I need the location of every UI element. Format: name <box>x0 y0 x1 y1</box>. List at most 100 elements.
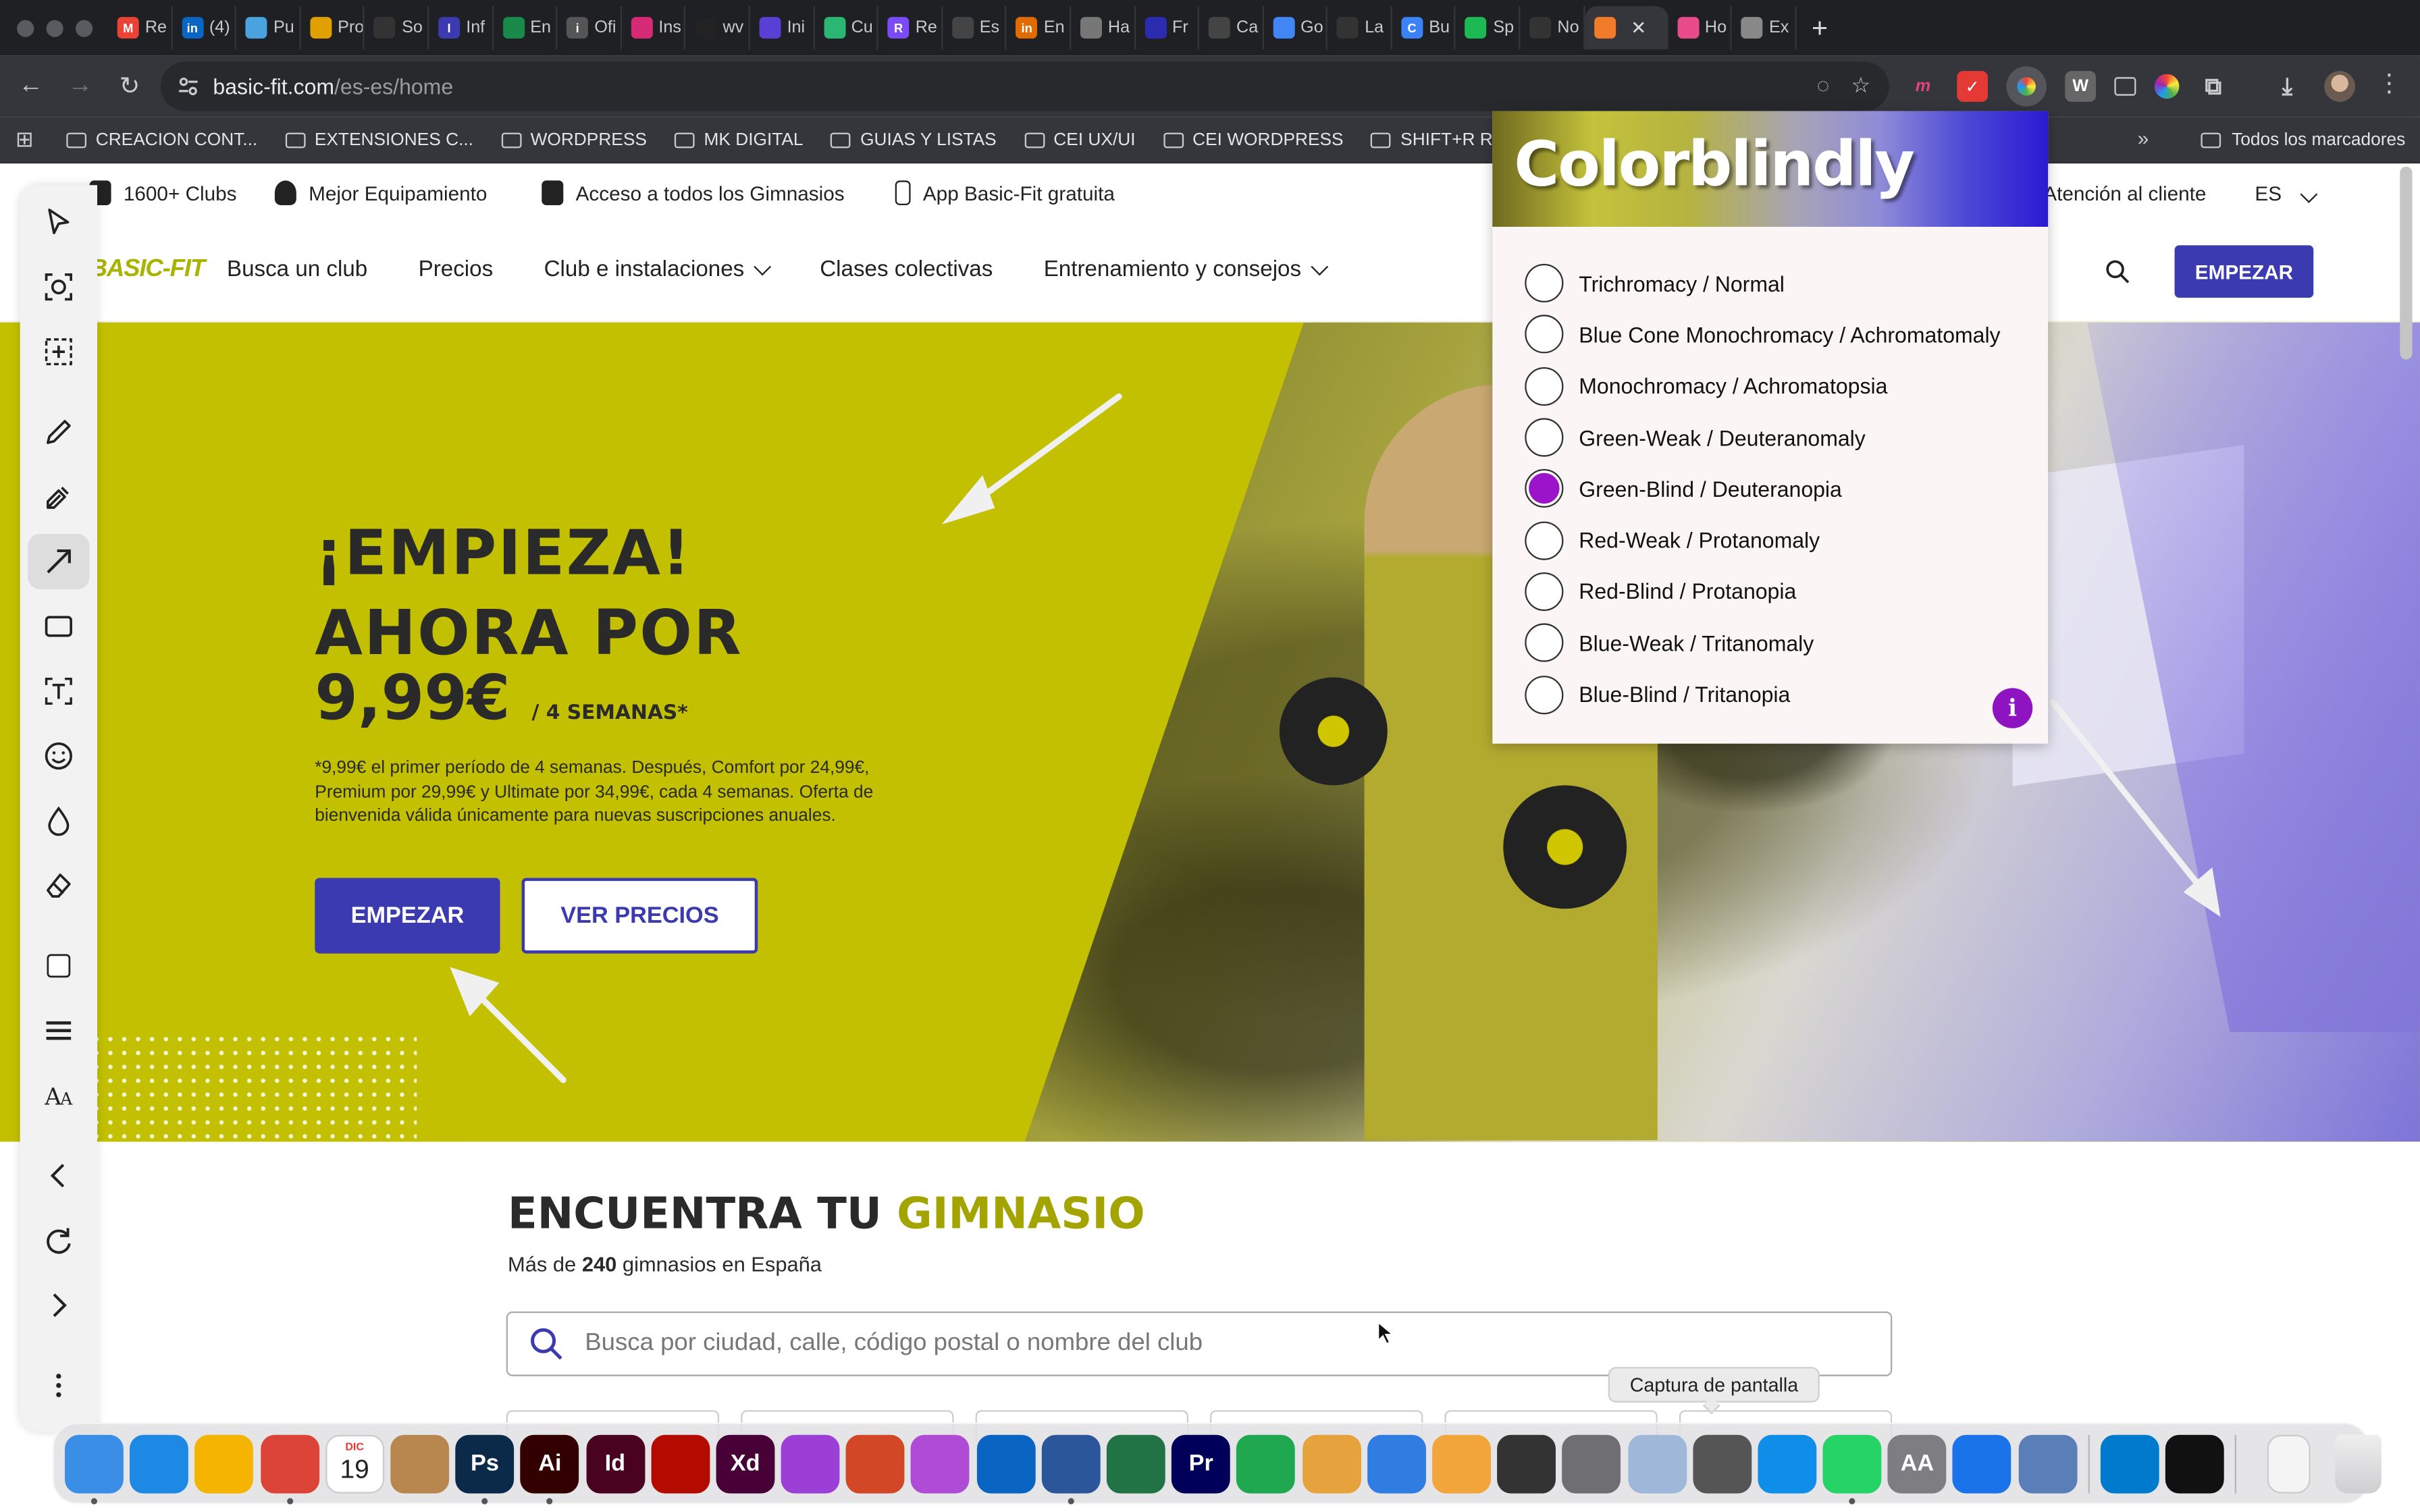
colorblindly-option[interactable]: Green-Blind / Deuteranopia <box>1525 463 2000 514</box>
zoom-window-button[interactable] <box>75 19 93 36</box>
arrow-tool[interactable] <box>28 533 90 590</box>
dock-illustrator-icon[interactable]: Ai <box>520 1434 579 1504</box>
browser-tab[interactable]: La <box>1327 6 1392 50</box>
browser-tab[interactable]: Sp <box>1456 6 1521 50</box>
colorblindly-option[interactable]: Blue-Weak / Tritanomaly <box>1525 617 2000 668</box>
redo-tool[interactable] <box>28 1278 89 1333</box>
browser-tab[interactable]: Ca <box>1199 6 1264 50</box>
colorblindly-option[interactable]: Red-Blind / Protanopia <box>1525 566 2000 617</box>
dock-premiere-icon[interactable]: Pr <box>1172 1434 1231 1493</box>
address-bar[interactable]: basic-fit.com/es-es/home ◌ ☆ <box>160 61 1889 111</box>
tracking-protection-icon[interactable]: ◌ <box>1817 72 1830 99</box>
dock-photoshop-icon[interactable]: Ps <box>455 1434 515 1504</box>
browser-tab[interactable]: Pro <box>300 6 365 50</box>
colorblindly-option[interactable]: Trichromacy / Normal <box>1525 258 2000 309</box>
dock-pages-icon[interactable] <box>1431 1434 1491 1493</box>
radio-selected[interactable] <box>1525 469 1564 508</box>
browser-tab[interactable]: R Re <box>878 6 943 50</box>
dock-system-info-icon[interactable] <box>2018 1434 2077 1493</box>
radio-button[interactable] <box>1525 264 1564 303</box>
dock-excel-icon[interactable] <box>1106 1434 1165 1493</box>
dock-photos-icon[interactable] <box>194 1434 254 1493</box>
bookmark-folder[interactable]: CREACION CONT... <box>53 130 271 149</box>
bookmark-folder[interactable]: CEI WORDPRESS <box>1149 130 1357 149</box>
browser-menu-icon[interactable]: ⋮ <box>2377 68 2402 99</box>
more-bookmarks-icon[interactable]: » <box>2138 126 2149 149</box>
language-selector[interactable]: ES <box>2255 182 2318 205</box>
dock-chrome-icon[interactable] <box>260 1434 319 1504</box>
browser-tab[interactable]: Ini <box>750 6 814 50</box>
minimize-window-button[interactable] <box>46 19 63 36</box>
colorblindly-option[interactable]: Blue-Blind / Tritanopia <box>1525 669 2000 720</box>
close-window-button[interactable] <box>17 19 34 36</box>
browser-tab[interactable]: Fr <box>1135 6 1200 50</box>
close-tab-icon[interactable]: ✕ <box>1631 17 1646 38</box>
eraser-tool[interactable] <box>28 858 89 913</box>
dock-finder-icon[interactable] <box>64 1434 124 1504</box>
hero-start-button[interactable]: EMPEZAR <box>315 878 500 954</box>
bookmark-folder[interactable]: MK DIGITAL <box>660 130 817 149</box>
dock-numbers-icon[interactable] <box>1236 1434 1296 1493</box>
reload-button[interactable]: ↻ <box>105 71 154 102</box>
radio-button[interactable] <box>1525 418 1564 457</box>
browser-tab[interactable]: En <box>493 6 558 50</box>
dock-outlook-icon[interactable] <box>976 1434 1035 1493</box>
screenshot-tool[interactable] <box>28 259 89 315</box>
extension-w-icon[interactable]: W <box>2065 71 2096 102</box>
browser-tab[interactable]: Es <box>943 6 1007 50</box>
colorblindly-option[interactable]: Monochromacy / Achromatopsia <box>1525 360 2000 412</box>
forward-button[interactable]: → <box>55 72 105 100</box>
browser-tab[interactable]: Go <box>1263 6 1328 50</box>
dock-settings-icon[interactable] <box>1562 1434 1621 1493</box>
blur-tool[interactable] <box>28 793 89 848</box>
dock-calculator-icon[interactable] <box>1497 1434 1556 1493</box>
new-tab-button[interactable]: + <box>1812 11 1828 44</box>
dock-whatsapp-icon[interactable] <box>1822 1434 1882 1504</box>
dock-indesign-icon[interactable]: Id <box>585 1434 645 1493</box>
emoji-tool[interactable] <box>28 728 89 784</box>
select-tool[interactable] <box>28 194 89 250</box>
colorblindly-option[interactable]: Blue Cone Monochromacy / Achromatomaly <box>1525 309 2001 360</box>
browser-tab[interactable]: I Inf <box>429 6 494 50</box>
browser-tab[interactable]: C Bu <box>1392 6 1456 50</box>
bookmark-folder[interactable]: WORDPRESS <box>488 130 661 149</box>
stroke-width-tool[interactable] <box>28 1003 89 1058</box>
dock-flower-icon[interactable] <box>911 1434 970 1493</box>
back-button[interactable]: ← <box>6 72 55 100</box>
dock-screenshot-icon[interactable] <box>1692 1434 1752 1493</box>
radio-button[interactable] <box>1525 572 1564 611</box>
dock-vscode-icon[interactable] <box>2100 1434 2159 1493</box>
dock-word-icon[interactable] <box>1041 1434 1101 1504</box>
hero-see-prices-button[interactable]: VER PRECIOS <box>521 878 758 954</box>
reset-tool[interactable] <box>28 1213 89 1268</box>
dock-safari-icon[interactable] <box>130 1434 189 1493</box>
radio-button[interactable] <box>1525 520 1564 560</box>
dock-xd-icon[interactable]: Xd <box>716 1434 775 1493</box>
fill-color-tool[interactable] <box>28 938 89 994</box>
browser-tab[interactable]: Ins <box>622 6 686 50</box>
search-icon[interactable] <box>2105 259 2130 284</box>
bookmark-folder[interactable]: CEI UX/UI <box>1010 130 1149 149</box>
dock-freeform-icon[interactable] <box>1953 1434 2012 1493</box>
apps-grid-icon[interactable]: ⊞ <box>0 126 53 153</box>
radio-button[interactable] <box>1525 623 1564 663</box>
extensions-puzzle-icon[interactable]: ⧉ <box>2198 71 2229 102</box>
browser-tab[interactable]: So <box>365 6 429 50</box>
site-settings-icon[interactable] <box>176 74 201 99</box>
extension-color-picker-icon[interactable]: ✓ <box>1957 71 1988 102</box>
bookmark-star-icon[interactable]: ☆ <box>1851 72 1871 99</box>
dock-keynote-icon[interactable] <box>1367 1434 1426 1493</box>
colorblindly-option[interactable]: Green-Weak / Deuteranomaly <box>1525 412 2000 463</box>
extension-palette-icon[interactable] <box>2154 74 2180 99</box>
nav-training[interactable]: Entrenamiento y consejos <box>1044 258 1329 282</box>
browser-tab[interactable]: wv <box>686 6 750 50</box>
nav-prices[interactable]: Precios <box>419 258 494 283</box>
bookmark-folder[interactable]: GUIAS Y LISTAS <box>817 130 1010 149</box>
radio-button[interactable] <box>1525 367 1564 406</box>
dock-acrobat-icon[interactable] <box>650 1434 710 1493</box>
dock-recycle-icon[interactable] <box>1302 1434 1361 1493</box>
rectangle-tool[interactable] <box>28 599 89 654</box>
undo-tool[interactable] <box>28 1148 89 1204</box>
browser-tab[interactable]: in (4) <box>172 6 237 50</box>
extension-m-icon[interactable]: m <box>1908 71 1939 102</box>
